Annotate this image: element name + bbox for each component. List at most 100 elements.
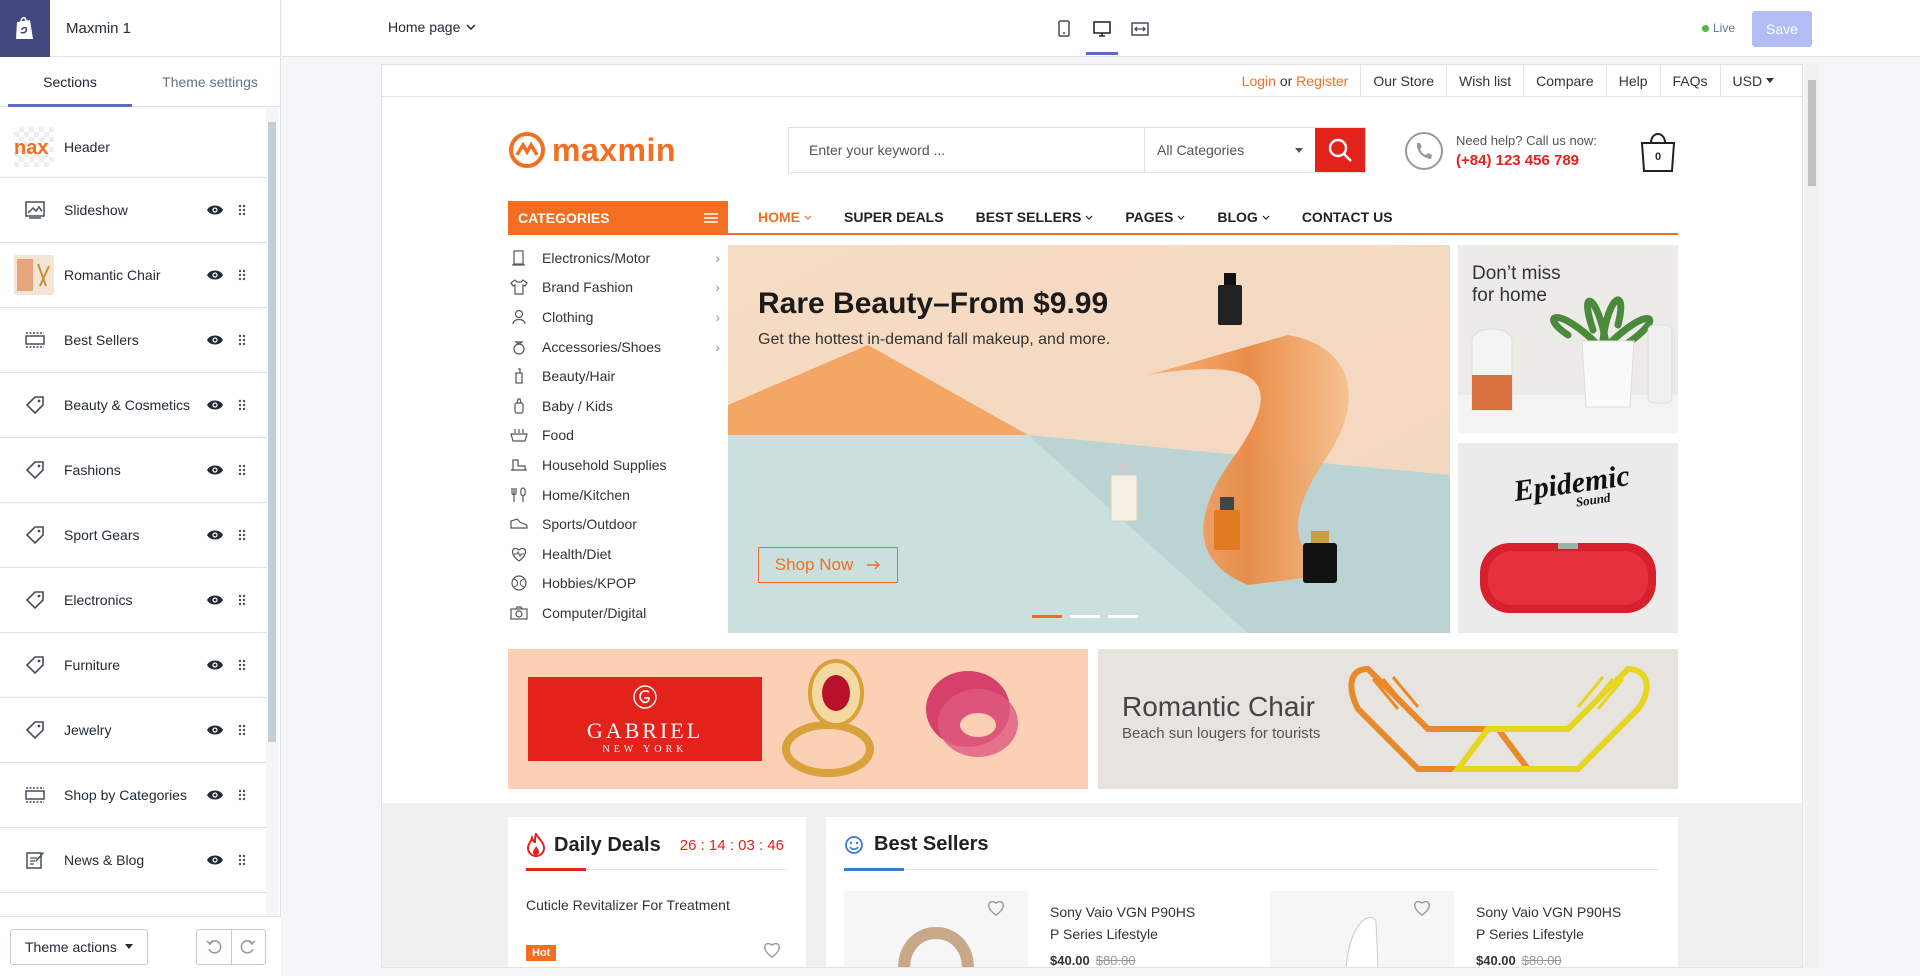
- currency-selector[interactable]: USD: [1719, 65, 1786, 97]
- wish-list-link[interactable]: Wish list: [1446, 65, 1523, 97]
- section-fashions[interactable]: Fashions: [0, 438, 266, 503]
- category-item[interactable]: Electronics/Motor ›: [508, 243, 728, 273]
- eye-icon[interactable]: [206, 593, 224, 607]
- slide-dot[interactable]: [1070, 615, 1100, 618]
- eye-icon[interactable]: [206, 268, 224, 282]
- drag-handle-icon[interactable]: [238, 659, 246, 671]
- page-selector[interactable]: Home page: [388, 19, 476, 35]
- drag-handle-icon[interactable]: [238, 204, 246, 216]
- brand-logo[interactable]: maxmin: [508, 131, 676, 169]
- eye-icon[interactable]: [206, 788, 224, 802]
- scrollbar-thumb[interactable]: [1808, 80, 1816, 186]
- preview-scrollbar[interactable]: [1805, 64, 1819, 968]
- categories-button[interactable]: CATEGORIES: [508, 201, 728, 235]
- drag-handle-icon[interactable]: [238, 464, 246, 476]
- section-slideshow[interactable]: Slideshow: [0, 178, 266, 243]
- eye-icon[interactable]: [206, 723, 224, 737]
- section-best-sellers[interactable]: Best Sellers: [0, 308, 266, 373]
- eye-icon[interactable]: [206, 333, 224, 347]
- hero-slideshow[interactable]: Rare Beauty–From $9.99 Get the hottest i…: [728, 245, 1450, 633]
- side-banner-speaker[interactable]: Epidemic Sound: [1458, 443, 1678, 633]
- side-banner-home[interactable]: Don’t miss for home: [1458, 245, 1678, 433]
- category-item[interactable]: Accessories/Shoes ›: [508, 332, 728, 362]
- eye-icon[interactable]: [206, 398, 224, 412]
- shoe-icon: [508, 518, 530, 530]
- nav-home[interactable]: HOME: [742, 209, 828, 225]
- wishlist-heart-icon[interactable]: [1412, 899, 1432, 917]
- nav-best-sellers[interactable]: BEST SELLERS: [960, 209, 1110, 225]
- wishlist-heart-icon[interactable]: [762, 941, 782, 959]
- category-item[interactable]: Home/Kitchen: [508, 480, 728, 510]
- section-jewelry[interactable]: Jewelry: [0, 698, 266, 763]
- drag-handle-icon[interactable]: [238, 334, 246, 346]
- register-link[interactable]: Register: [1296, 73, 1348, 89]
- drag-handle-icon[interactable]: [238, 399, 246, 411]
- category-item[interactable]: Baby / Kids: [508, 391, 728, 421]
- product-title[interactable]: Sony Vaio VGN P90HS P Series Lifestyle: [1476, 901, 1626, 945]
- category-item[interactable]: Health/Diet: [508, 539, 728, 569]
- eye-icon[interactable]: [206, 463, 224, 477]
- section-beauty-cosmetics[interactable]: Beauty & Cosmetics: [0, 373, 266, 438]
- tab-sections[interactable]: Sections: [0, 57, 140, 107]
- section-header[interactable]: nax Header: [0, 108, 266, 178]
- wishlist-heart-icon[interactable]: [986, 899, 1006, 917]
- sidebar-scrollbar[interactable]: [266, 108, 278, 916]
- category-item[interactable]: Sports/Outdoor: [508, 509, 728, 539]
- category-item[interactable]: Hobbies/KPOP: [508, 569, 728, 599]
- cart-button[interactable]: 0: [1638, 129, 1678, 173]
- section-news-blog[interactable]: News & Blog: [0, 828, 266, 893]
- fullscreen-view-button[interactable]: [1128, 0, 1152, 57]
- nav-super-deals[interactable]: SUPER DEALS: [828, 209, 960, 225]
- main-nav: CATEGORIES HOME SUPER DEALS BEST SELLERS…: [508, 201, 1678, 235]
- product-title[interactable]: Sony Vaio VGN P90HS P Series Lifestyle: [1050, 901, 1200, 945]
- drag-handle-icon[interactable]: [238, 724, 246, 736]
- redo-button[interactable]: [230, 929, 265, 964]
- category-item[interactable]: Brand Fashion ›: [508, 273, 728, 303]
- our-store-link[interactable]: Our Store: [1360, 65, 1446, 97]
- tab-theme-settings[interactable]: Theme settings: [140, 57, 280, 106]
- category-item[interactable]: Food: [508, 421, 728, 451]
- section-furniture[interactable]: Furniture: [0, 633, 266, 698]
- eye-icon[interactable]: [206, 658, 224, 672]
- nav-pages[interactable]: PAGES: [1109, 209, 1201, 225]
- eye-icon[interactable]: [206, 853, 224, 867]
- slide-dot[interactable]: [1108, 615, 1138, 618]
- section-electronics[interactable]: Electronics: [0, 568, 266, 633]
- faqs-link[interactable]: FAQs: [1659, 65, 1720, 97]
- compare-link[interactable]: Compare: [1523, 65, 1606, 97]
- search-input[interactable]: Enter your keyword ...: [789, 128, 1145, 172]
- section-sport-gears[interactable]: Sport Gears: [0, 503, 266, 568]
- nav-blog[interactable]: BLOG: [1201, 209, 1285, 225]
- slide-dot[interactable]: [1032, 615, 1062, 618]
- shopify-logo-icon[interactable]: [0, 0, 50, 57]
- drag-handle-icon[interactable]: [238, 529, 246, 541]
- deal-product-name[interactable]: Cuticle Revitalizer For Treatment: [526, 897, 730, 913]
- help-link[interactable]: Help: [1605, 65, 1660, 97]
- section-romantic-chair[interactable]: Romantic Chair: [0, 243, 266, 308]
- section-shop-by-categories[interactable]: Shop by Categories: [0, 763, 266, 828]
- undo-button[interactable]: [197, 930, 231, 964]
- category-item[interactable]: Beauty/Hair: [508, 361, 728, 391]
- category-item[interactable]: Clothing ›: [508, 302, 728, 332]
- drag-handle-icon[interactable]: [238, 854, 246, 866]
- eye-icon[interactable]: [206, 528, 224, 542]
- drag-handle-icon[interactable]: [238, 269, 246, 281]
- phone-number[interactable]: (+84) 123 456 789: [1456, 152, 1597, 169]
- theme-actions-button[interactable]: Theme actions: [10, 928, 148, 965]
- shop-now-button[interactable]: Shop Now: [758, 547, 898, 583]
- desktop-view-button[interactable]: [1086, 0, 1118, 57]
- drag-handle-icon[interactable]: [238, 594, 246, 606]
- category-item[interactable]: Household Supplies: [508, 450, 728, 480]
- search-category-select[interactable]: All Categories: [1145, 128, 1315, 172]
- mobile-view-button[interactable]: [1052, 0, 1076, 57]
- banner-gabriel[interactable]: GABRIEL NEW YORK: [508, 649, 1088, 789]
- nav-contact-us[interactable]: CONTACT US: [1286, 209, 1409, 225]
- scrollbar-thumb[interactable]: [268, 122, 276, 742]
- login-link[interactable]: Login: [1242, 73, 1276, 89]
- eye-icon[interactable]: [206, 203, 224, 217]
- category-item[interactable]: Computer/Digital: [508, 598, 728, 628]
- search-button[interactable]: [1315, 128, 1365, 172]
- banner-romantic-chair[interactable]: Romantic Chair Beach sun lougers for tou…: [1098, 649, 1678, 789]
- drag-handle-icon[interactable]: [238, 789, 246, 801]
- save-button[interactable]: Save: [1752, 11, 1812, 47]
